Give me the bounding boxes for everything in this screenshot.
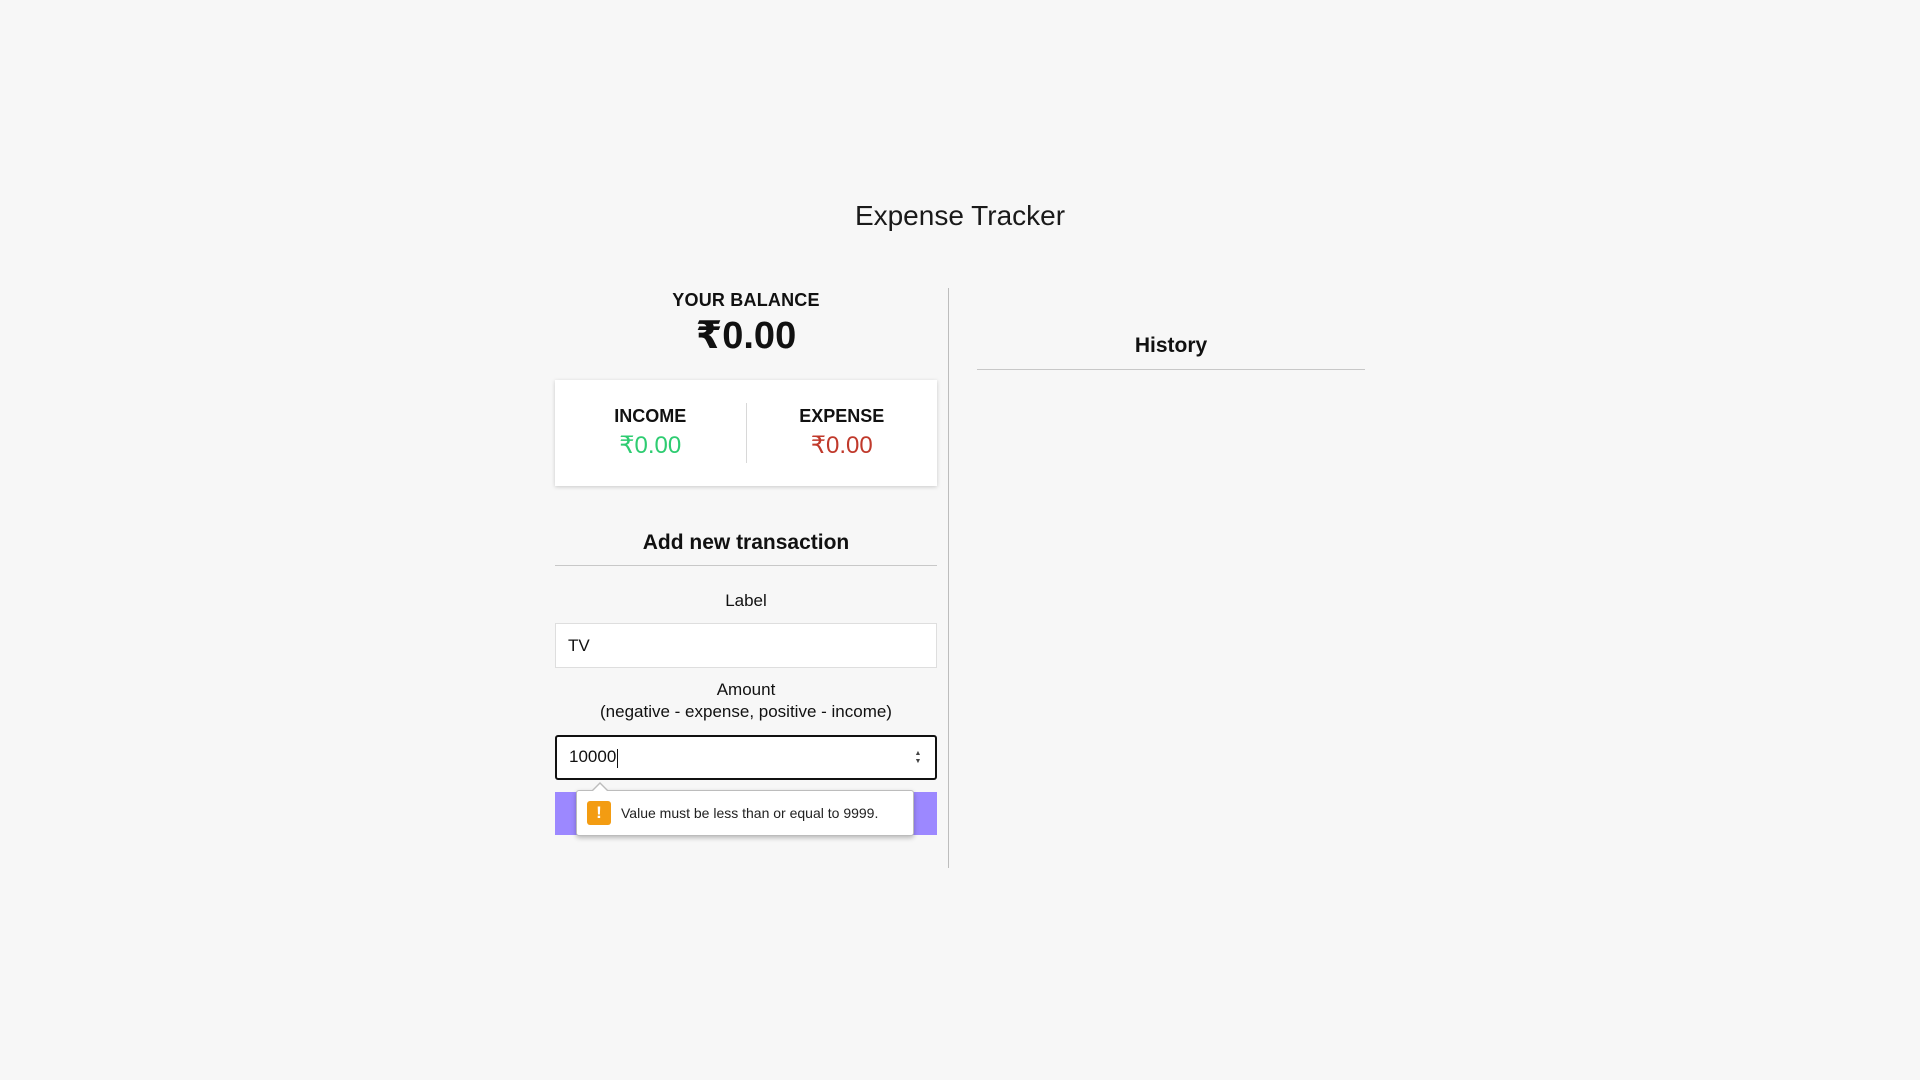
add-transaction-divider <box>555 565 937 566</box>
right-column: History <box>977 288 1365 370</box>
number-spinner[interactable]: ▲ ▼ <box>911 750 925 766</box>
income-label: INCOME <box>614 406 687 426</box>
spinner-up-icon[interactable]: ▲ <box>915 750 922 758</box>
expense-value: ₹0.00 <box>810 432 873 459</box>
label-input[interactable]: TV <box>555 623 937 668</box>
amount-hint-text: (negative - expense, positive - income) <box>600 702 892 721</box>
expense-box: EXPENSE ₹0.00 <box>747 406 938 460</box>
history-divider <box>977 369 1365 370</box>
left-column: YOUR BALANCE ₹0.00 INCOME ₹0.00 EXPENSE … <box>555 288 937 836</box>
validation-message: Value must be less than or equal to 9999… <box>621 805 879 821</box>
validation-tooltip: ! Value must be less than or equal to 99… <box>576 782 914 836</box>
amount-input-value: 10000 <box>569 747 617 767</box>
column-divider <box>948 288 949 868</box>
income-expense-card: INCOME ₹0.00 EXPENSE ₹0.00 <box>555 380 937 486</box>
text-caret <box>617 748 619 768</box>
expense-label: EXPENSE <box>799 406 885 426</box>
warning-icon: ! <box>587 801 611 825</box>
label-input-value: TV <box>568 635 590 655</box>
amount-label-text: Amount <box>716 680 776 699</box>
amount-field-label: Amount (negative - expense, positive - i… <box>555 679 937 723</box>
amount-input-value-wrap: 10000 <box>569 747 911 768</box>
add-transaction-title: Add new transaction <box>642 531 850 554</box>
history-title: History <box>1134 334 1208 357</box>
label-field-label: Label <box>725 591 767 610</box>
app-title: Expense Tracker <box>854 200 1066 231</box>
page: Expense Tracker YOUR BALANCE ₹0.00 INCOM… <box>0 0 1920 1080</box>
income-value: ₹0.00 <box>619 432 682 459</box>
income-box: INCOME ₹0.00 <box>555 406 746 460</box>
balance-label: YOUR BALANCE <box>672 290 820 310</box>
amount-input[interactable]: 10000 ▲ ▼ <box>555 735 937 780</box>
spinner-down-icon[interactable]: ▼ <box>915 758 922 766</box>
balance-value: ₹0.00 <box>695 315 797 357</box>
